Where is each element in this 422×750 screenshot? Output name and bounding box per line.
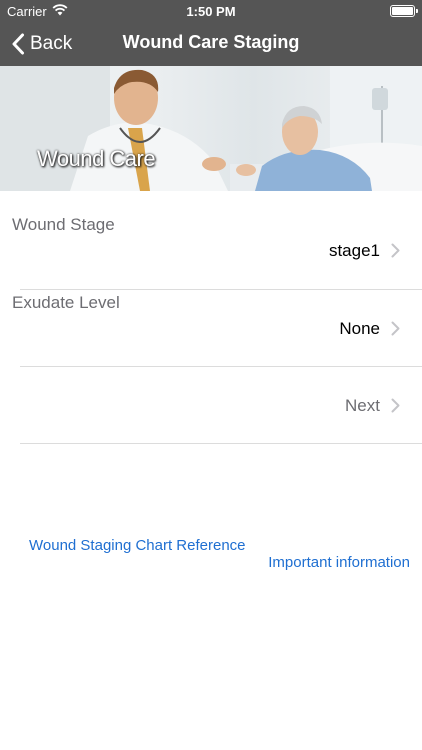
- hero-photo: [0, 66, 422, 191]
- status-bar: Carrier 1:50 PM: [0, 0, 422, 22]
- chevron-right-icon: [391, 321, 400, 336]
- battery-icon: [390, 5, 418, 17]
- next-button[interactable]: Next: [345, 396, 380, 416]
- wound-staging-chart-link[interactable]: Wound Staging Chart Reference: [29, 537, 246, 554]
- status-time: 1:50 PM: [186, 4, 236, 19]
- row-separator: [20, 289, 422, 290]
- exudate-level-label: Exudate Level: [12, 293, 120, 312]
- chevron-right-icon: [391, 398, 400, 413]
- important-information-link[interactable]: Important information: [268, 554, 410, 571]
- wound-stage-label: Wound Stage: [12, 215, 115, 234]
- exudate-level-value[interactable]: None: [339, 319, 380, 339]
- chevron-right-icon: [391, 243, 400, 258]
- navigation-bar: Carrier 1:50 PM Back Wound Care Staging: [0, 0, 422, 66]
- row-separator: [20, 443, 422, 444]
- wound-stage-value[interactable]: stage1: [329, 241, 380, 261]
- hero-banner: Wound Care: [0, 66, 422, 191]
- row-separator: [20, 366, 422, 367]
- hero-caption: Wound Care: [37, 146, 156, 171]
- page-title: Wound Care Staging: [122, 32, 300, 52]
